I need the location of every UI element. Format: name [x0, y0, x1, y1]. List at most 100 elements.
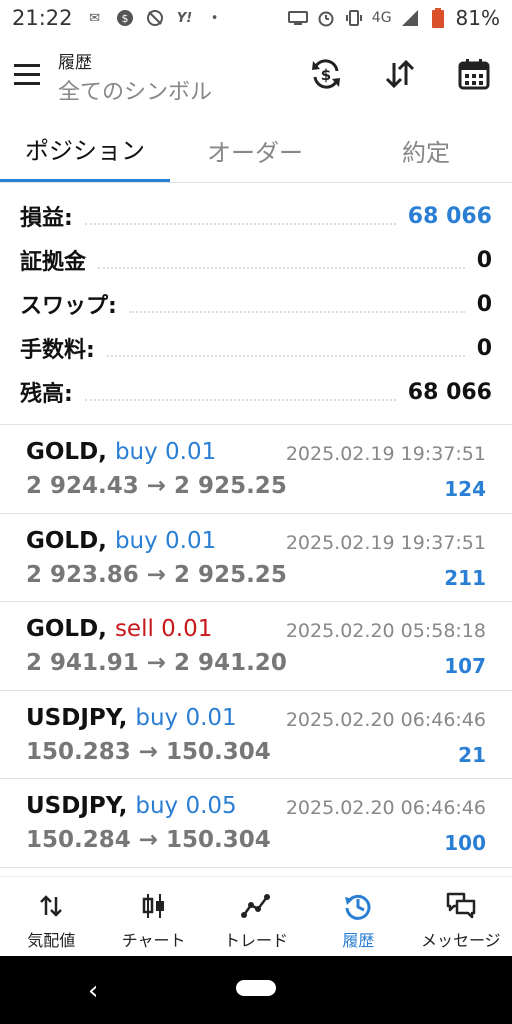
trade-symbol: GOLD, — [26, 616, 107, 643]
trade-symbol-line: USDJPY, buy 0.01 — [26, 705, 237, 731]
nav-messages-label: メッセージ — [420, 931, 501, 950]
trade-symbol-line: GOLD, buy 0.01 — [26, 439, 216, 465]
back-icon[interactable]: ‹ — [88, 976, 98, 1006]
app-header: 履歴 全てのシンボル $ — [0, 40, 512, 108]
trade-profit: 21 — [458, 742, 486, 767]
trade-symbol-line: GOLD, buy 0.01 — [26, 528, 216, 554]
header-subtitle: 履歴 — [58, 53, 92, 73]
notification-icons: ✉ $ Y! • — [85, 9, 225, 27]
swap-value: 0 — [476, 291, 492, 317]
calendar-button[interactable] — [454, 54, 494, 94]
cast-icon — [287, 9, 308, 27]
nav-chart-label: チャート — [121, 931, 186, 950]
trade-prices: 2 923.86 → 2 925.25 — [26, 561, 287, 588]
home-pill-icon[interactable] — [236, 980, 276, 996]
trade-side: sell 0.01 — [114, 616, 213, 643]
summary-profit: 損益: 68 066 — [0, 194, 512, 238]
margin-value: 0 — [476, 247, 492, 273]
trade-profit: 100 — [444, 831, 486, 856]
vibrate-icon — [344, 9, 364, 27]
balance-label: 残高: — [20, 382, 73, 407]
candlestick-chart-icon — [137, 889, 171, 923]
symbol-filter[interactable]: 全てのシンボル — [58, 74, 212, 106]
trade-prices: 2 941.91 → 2 941.20 — [26, 650, 287, 677]
dotted-leader — [128, 311, 465, 313]
trade-list: GOLD, buy 0.01 2 924.43 → 2 925.25 2025.… — [0, 425, 512, 868]
network-type: 4G — [371, 10, 392, 26]
alarm-icon — [316, 9, 336, 27]
trade-prices: 150.283 → 150.304 — [26, 738, 271, 765]
history-icon — [341, 889, 375, 923]
margin-label: 証拠金 — [20, 250, 87, 275]
trade-time: 2025.02.20 05:58:18 — [285, 620, 486, 643]
trade-time: 2025.02.19 19:37:51 — [285, 443, 486, 465]
trade-profit: 107 — [444, 654, 486, 679]
balance-value: 68 066 — [407, 379, 492, 405]
summary-balance: 残高: 68 066 — [0, 370, 512, 414]
commission-value: 0 — [476, 335, 492, 361]
nav-trade[interactable]: トレード — [205, 877, 307, 956]
currency-sync-icon: $ — [312, 59, 340, 89]
currency-sync-button[interactable]: $ — [306, 54, 346, 94]
nav-history[interactable]: 履歴 — [307, 877, 409, 956]
trade-profit: 211 — [444, 565, 486, 590]
trade-row[interactable]: GOLD, buy 0.01 2 924.43 → 2 925.25 2025.… — [0, 425, 512, 514]
messages-icon — [444, 889, 478, 923]
tab-deals[interactable]: 約定 — [340, 118, 512, 182]
trade-prices: 2 924.43 → 2 925.25 — [26, 473, 287, 499]
trade-side: buy 0.01 — [114, 527, 217, 554]
dotted-leader — [98, 267, 465, 269]
trade-symbol-line: GOLD, sell 0.01 — [26, 616, 212, 642]
trade-time: 2025.02.19 19:37:51 — [285, 531, 486, 554]
status-time: 21:22 — [12, 6, 73, 30]
summary-swap: スワップ: 0 — [0, 282, 512, 326]
quotes-icon — [34, 889, 68, 923]
svg-text:$: $ — [121, 12, 128, 25]
dotted-leader — [84, 223, 396, 225]
svg-text:$: $ — [321, 66, 331, 84]
system-navigation-bar: ‹ — [0, 956, 512, 1024]
trade-time: 2025.02.20 06:46:46 — [285, 797, 486, 820]
dot-icon: • — [210, 10, 219, 26]
trade-symbol: USDJPY, — [26, 704, 128, 731]
dotted-leader — [84, 399, 396, 401]
account-summary: 損益: 68 066 証拠金 0 スワップ: 0 手数料: 0 残高: 68 0… — [0, 194, 512, 414]
trade-symbol: GOLD, — [26, 527, 107, 554]
battery-icon — [428, 8, 448, 28]
trade-symbol-line: USDJPY, buy 0.05 — [26, 793, 237, 819]
nav-quotes-label: 気配値 — [27, 931, 76, 950]
commission-label: 手数料: — [20, 338, 95, 363]
trade-side: buy 0.05 — [135, 793, 237, 820]
trade-row[interactable]: USDJPY, buy 0.01 150.283 → 150.304 2025.… — [0, 691, 512, 780]
dnd-icon — [145, 9, 165, 27]
tabs-divider — [0, 182, 512, 183]
battery-percent: 81% — [455, 6, 500, 30]
tab-orders[interactable]: オーダー — [170, 118, 340, 182]
status-right: 4G 81% — [287, 6, 500, 30]
nav-trade-label: トレード — [224, 931, 289, 950]
swap-label: スワップ: — [20, 294, 117, 319]
tab-positions[interactable]: ポジション — [0, 118, 170, 182]
signal-icon — [400, 9, 420, 27]
sync-dollar-icon: $ — [115, 9, 135, 27]
trade-row[interactable]: USDJPY, buy 0.05 150.284 → 150.304 2025.… — [0, 779, 512, 868]
trade-profit: 124 — [444, 477, 486, 501]
nav-messages[interactable]: メッセージ — [410, 877, 512, 956]
trade-symbol: USDJPY, — [26, 793, 128, 820]
trade-row[interactable]: GOLD, buy 0.01 2 923.86 → 2 925.25 2025.… — [0, 514, 512, 603]
bottom-navigation: 気配値 チャート トレード 履歴 メッセージ — [0, 876, 512, 956]
sort-button[interactable] — [380, 54, 420, 94]
nav-history-label: 履歴 — [342, 931, 375, 950]
nav-quotes[interactable]: 気配値 — [0, 877, 102, 956]
trade-side: buy 0.01 — [135, 704, 237, 731]
trade-row[interactable]: GOLD, sell 0.01 2 941.91 → 2 941.20 2025… — [0, 602, 512, 691]
calendar-icon — [458, 59, 490, 90]
trade-time: 2025.02.20 06:46:46 — [285, 708, 486, 731]
nav-chart[interactable]: チャート — [102, 877, 204, 956]
trade-side: buy 0.01 — [114, 439, 217, 465]
status-bar: 21:22 ✉ $ Y! • 4G 81% — [0, 0, 512, 36]
trade-prices: 150.284 → 150.304 — [26, 827, 271, 854]
profit-label: 損益: — [20, 206, 73, 231]
trade-line-icon — [239, 889, 273, 923]
menu-icon[interactable] — [14, 64, 42, 86]
